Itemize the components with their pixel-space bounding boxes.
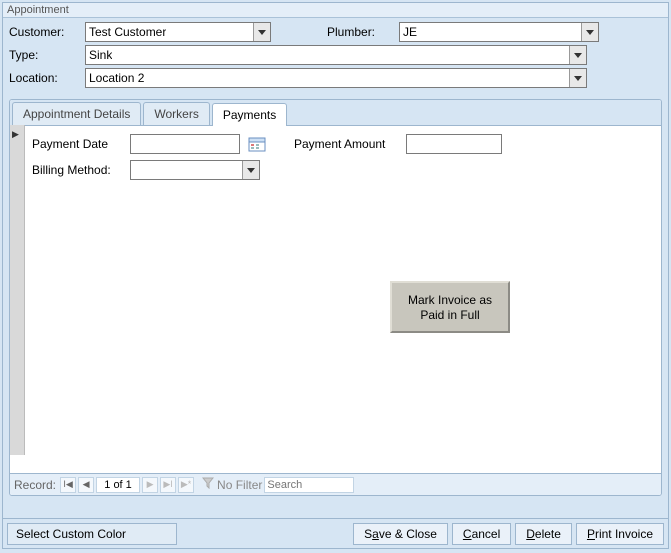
chevron-down-icon[interactable]: [253, 23, 270, 41]
location-label: Location:: [9, 71, 79, 85]
tab-workers[interactable]: Workers: [143, 102, 209, 125]
payment-amount-input[interactable]: [406, 134, 502, 154]
nav-last-icon[interactable]: ▶I: [160, 477, 176, 493]
nav-first-icon[interactable]: I◀: [60, 477, 76, 493]
billing-method-dropdown[interactable]: [130, 160, 260, 180]
header-form: Customer: Test Customer Plumber: JE Type…: [3, 18, 668, 99]
mark-paid-button[interactable]: Mark Invoice as Paid in Full: [390, 281, 510, 333]
bottom-bar: Select Custom Color Save & Close Cancel …: [3, 518, 668, 548]
print-invoice-button[interactable]: Print Invoice: [576, 523, 664, 545]
window-title: Appointment: [3, 3, 668, 18]
record-navbar: Record: I◀ ◀ 1 of 1 ▶ ▶I ▶* No Filter: [10, 473, 661, 495]
plumber-value: JE: [403, 25, 417, 39]
type-label: Type:: [9, 48, 79, 62]
nav-new-icon[interactable]: ▶*: [178, 477, 194, 493]
payment-amount-label: Payment Amount: [294, 137, 398, 151]
chevron-down-icon[interactable]: [581, 23, 598, 41]
location-dropdown[interactable]: Location 2: [85, 68, 587, 88]
mark-paid-line2: Paid in Full: [392, 308, 508, 323]
tabstrip: Appointment Details Workers Payments: [10, 100, 661, 126]
chevron-down-icon[interactable]: [569, 46, 586, 64]
chevron-down-icon[interactable]: [242, 161, 259, 179]
type-value: Sink: [89, 48, 112, 62]
nav-prev-icon[interactable]: ◀: [78, 477, 94, 493]
plumber-label: Plumber:: [327, 25, 393, 39]
customer-label: Customer:: [9, 25, 79, 39]
save-close-button[interactable]: Save & Close: [353, 523, 448, 545]
filter-icon: [202, 477, 214, 492]
tab-appointment-details[interactable]: Appointment Details: [12, 102, 141, 125]
payments-panel: Payment Date Payment Amount Billing Meth…: [10, 126, 661, 473]
billing-method-label: Billing Method:: [32, 163, 122, 177]
chevron-down-icon[interactable]: [569, 69, 586, 87]
payment-date-label: Payment Date: [32, 137, 122, 151]
record-label: Record:: [14, 478, 56, 492]
no-filter-indicator: No Filter: [202, 477, 262, 492]
customer-dropdown[interactable]: Test Customer: [85, 22, 271, 42]
customer-value: Test Customer: [89, 25, 166, 39]
location-value: Location 2: [89, 71, 144, 85]
delete-button[interactable]: Delete: [515, 523, 572, 545]
tabs-container: Appointment Details Workers Payments Pay…: [9, 99, 662, 496]
nav-next-icon[interactable]: ▶: [142, 477, 158, 493]
record-selector[interactable]: [9, 125, 25, 455]
appointment-window: Appointment Customer: Test Customer Plum…: [2, 2, 669, 549]
record-position[interactable]: 1 of 1: [96, 477, 140, 493]
calendar-icon[interactable]: [248, 135, 266, 153]
search-input[interactable]: [264, 477, 354, 493]
no-filter-text: No Filter: [217, 478, 262, 492]
cancel-button[interactable]: Cancel: [452, 523, 511, 545]
tab-payments[interactable]: Payments: [212, 103, 287, 126]
plumber-dropdown[interactable]: JE: [399, 22, 599, 42]
select-custom-color-button[interactable]: Select Custom Color: [7, 523, 177, 545]
payment-date-input[interactable]: [130, 134, 240, 154]
type-dropdown[interactable]: Sink: [85, 45, 587, 65]
mark-paid-line1: Mark Invoice as: [392, 293, 508, 308]
